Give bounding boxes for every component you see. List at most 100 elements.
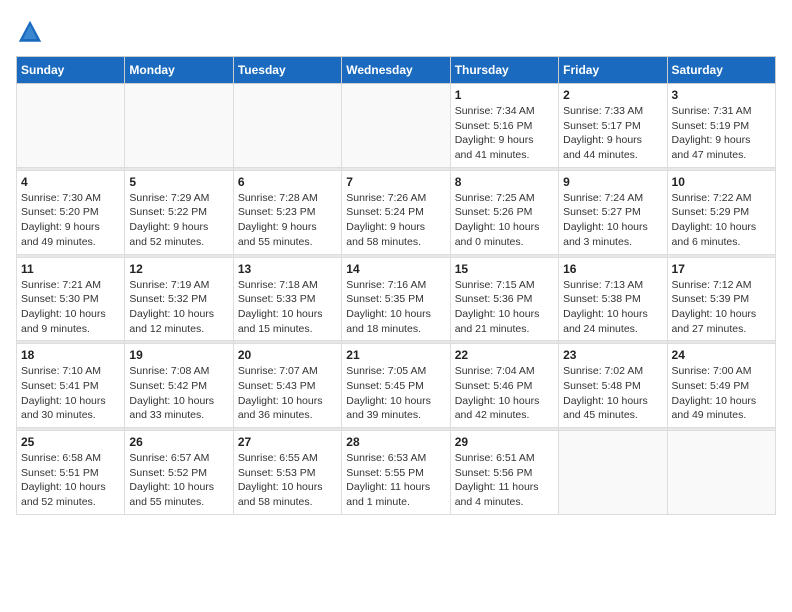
calendar-cell: 13 Sunrise: 7:18 AM Sunset: 5:33 PM Dayli… [233,257,341,341]
day-number: 10 [672,175,771,189]
day-number: 1 [455,88,554,102]
calendar-cell: 3 Sunrise: 7:31 AM Sunset: 5:19 PM Daylig… [667,84,775,168]
day-number: 9 [563,175,662,189]
week-row-2: 11 Sunrise: 7:21 AM Sunset: 5:30 PM Dayli… [17,257,776,341]
header [16,16,776,46]
calendar-cell: 29 Sunrise: 6:51 AM Sunset: 5:56 PM Dayli… [450,431,558,515]
calendar-cell: 24 Sunrise: 7:00 AM Sunset: 5:49 PM Dayli… [667,344,775,428]
day-number: 2 [563,88,662,102]
day-info: Sunrise: 7:07 AM Sunset: 5:43 PM Dayligh… [238,364,337,423]
day-info: Sunrise: 7:18 AM Sunset: 5:33 PM Dayligh… [238,278,337,337]
day-info: Sunrise: 6:51 AM Sunset: 5:56 PM Dayligh… [455,451,554,510]
day-info: Sunrise: 7:12 AM Sunset: 5:39 PM Dayligh… [672,278,771,337]
day-number: 18 [21,348,120,362]
day-info: Sunrise: 7:28 AM Sunset: 5:23 PM Dayligh… [238,191,337,250]
day-info: Sunrise: 7:04 AM Sunset: 5:46 PM Dayligh… [455,364,554,423]
day-number: 20 [238,348,337,362]
day-number: 12 [129,262,228,276]
calendar-cell: 16 Sunrise: 7:13 AM Sunset: 5:38 PM Dayli… [559,257,667,341]
day-info: Sunrise: 7:15 AM Sunset: 5:36 PM Dayligh… [455,278,554,337]
day-info: Sunrise: 7:21 AM Sunset: 5:30 PM Dayligh… [21,278,120,337]
day-info: Sunrise: 7:26 AM Sunset: 5:24 PM Dayligh… [346,191,445,250]
header-wednesday: Wednesday [342,57,450,84]
day-number: 23 [563,348,662,362]
day-number: 8 [455,175,554,189]
day-info: Sunrise: 7:22 AM Sunset: 5:29 PM Dayligh… [672,191,771,250]
day-number: 15 [455,262,554,276]
day-number: 11 [21,262,120,276]
calendar-cell: 27 Sunrise: 6:55 AM Sunset: 5:53 PM Dayli… [233,431,341,515]
header-sunday: Sunday [17,57,125,84]
day-number: 21 [346,348,445,362]
day-number: 13 [238,262,337,276]
week-row-4: 25Sunrise: 6:58 AM Sunset: 5:51 PM Dayli… [17,431,776,515]
week-row-1: 4 Sunrise: 7:30 AM Sunset: 5:20 PM Daylig… [17,170,776,254]
calendar-cell [125,84,233,168]
day-info: Sunrise: 7:25 AM Sunset: 5:26 PM Dayligh… [455,191,554,250]
header-friday: Friday [559,57,667,84]
header-tuesday: Tuesday [233,57,341,84]
logo [16,20,47,46]
calendar-cell [342,84,450,168]
day-info: Sunrise: 6:55 AM Sunset: 5:53 PM Dayligh… [238,451,337,510]
day-info: Sunrise: 7:05 AM Sunset: 5:45 PM Dayligh… [346,364,445,423]
calendar-cell: 10 Sunrise: 7:22 AM Sunset: 5:29 PM Dayli… [667,170,775,254]
day-info: Sunrise: 7:30 AM Sunset: 5:20 PM Dayligh… [21,191,120,250]
calendar-cell: 5 Sunrise: 7:29 AM Sunset: 5:22 PM Daylig… [125,170,233,254]
calendar-cell: 2 Sunrise: 7:33 AM Sunset: 5:17 PM Daylig… [559,84,667,168]
day-number: 27 [238,435,337,449]
day-info: Sunrise: 7:10 AM Sunset: 5:41 PM Dayligh… [21,364,120,423]
day-number: 7 [346,175,445,189]
calendar-cell [17,84,125,168]
calendar-cell: 18 Sunrise: 7:10 AM Sunset: 5:41 PM Dayli… [17,344,125,428]
calendar-cell: 12Sunrise: 7:19 AM Sunset: 5:32 PM Dayli… [125,257,233,341]
day-info: Sunrise: 7:02 AM Sunset: 5:48 PM Dayligh… [563,364,662,423]
calendar-cell: 1 Sunrise: 7:34 AM Sunset: 5:16 PM Daylig… [450,84,558,168]
calendar-cell: 11 Sunrise: 7:21 AM Sunset: 5:30 PM Dayli… [17,257,125,341]
calendar-cell: 22 Sunrise: 7:04 AM Sunset: 5:46 PM Dayli… [450,344,558,428]
calendar-cell: 4 Sunrise: 7:30 AM Sunset: 5:20 PM Daylig… [17,170,125,254]
calendar-cell: 15 Sunrise: 7:15 AM Sunset: 5:36 PM Dayli… [450,257,558,341]
day-info: Sunrise: 7:13 AM Sunset: 5:38 PM Dayligh… [563,278,662,337]
day-info: Sunrise: 7:31 AM Sunset: 5:19 PM Dayligh… [672,104,771,163]
day-number: 17 [672,262,771,276]
day-number: 5 [129,175,228,189]
calendar-cell: 23 Sunrise: 7:02 AM Sunset: 5:48 PM Dayli… [559,344,667,428]
day-info: Sunrise: 7:00 AM Sunset: 5:49 PM Dayligh… [672,364,771,423]
calendar-cell: 6Sunrise: 7:28 AM Sunset: 5:23 PM Daylig… [233,170,341,254]
day-number: 19 [129,348,228,362]
day-number: 26 [129,435,228,449]
day-number: 16 [563,262,662,276]
calendar-cell [667,431,775,515]
day-info: Sunrise: 6:57 AM Sunset: 5:52 PM Dayligh… [129,451,228,510]
day-number: 3 [672,88,771,102]
calendar-cell: 7 Sunrise: 7:26 AM Sunset: 5:24 PM Daylig… [342,170,450,254]
day-info: Sunrise: 7:33 AM Sunset: 5:17 PM Dayligh… [563,104,662,163]
calendar-cell: 9 Sunrise: 7:24 AM Sunset: 5:27 PM Daylig… [559,170,667,254]
calendar-cell: 25Sunrise: 6:58 AM Sunset: 5:51 PM Dayli… [17,431,125,515]
day-info: Sunrise: 7:16 AM Sunset: 5:35 PM Dayligh… [346,278,445,337]
day-info: Sunrise: 7:24 AM Sunset: 5:27 PM Dayligh… [563,191,662,250]
week-row-0: 1 Sunrise: 7:34 AM Sunset: 5:16 PM Daylig… [17,84,776,168]
day-info: Sunrise: 7:34 AM Sunset: 5:16 PM Dayligh… [455,104,554,163]
day-number: 4 [21,175,120,189]
calendar-cell: 21 Sunrise: 7:05 AM Sunset: 5:45 PM Dayli… [342,344,450,428]
calendar-cell: 19 Sunrise: 7:08 AM Sunset: 5:42 PM Dayli… [125,344,233,428]
calendar-header-row: SundayMondayTuesdayWednesdayThursdayFrid… [17,57,776,84]
week-row-3: 18 Sunrise: 7:10 AM Sunset: 5:41 PM Dayli… [17,344,776,428]
header-monday: Monday [125,57,233,84]
logo-icon [16,18,44,46]
day-number: 14 [346,262,445,276]
day-number: 24 [672,348,771,362]
day-number: 22 [455,348,554,362]
calendar-cell: 26 Sunrise: 6:57 AM Sunset: 5:52 PM Dayli… [125,431,233,515]
calendar-cell: 20 Sunrise: 7:07 AM Sunset: 5:43 PM Dayli… [233,344,341,428]
header-saturday: Saturday [667,57,775,84]
day-number: 29 [455,435,554,449]
day-info: Sunrise: 6:53 AM Sunset: 5:55 PM Dayligh… [346,451,445,510]
calendar: SundayMondayTuesdayWednesdayThursdayFrid… [16,56,776,515]
day-info: Sunrise: 7:08 AM Sunset: 5:42 PM Dayligh… [129,364,228,423]
day-info: Sunrise: 7:29 AM Sunset: 5:22 PM Dayligh… [129,191,228,250]
calendar-cell: 8 Sunrise: 7:25 AM Sunset: 5:26 PM Daylig… [450,170,558,254]
header-thursday: Thursday [450,57,558,84]
